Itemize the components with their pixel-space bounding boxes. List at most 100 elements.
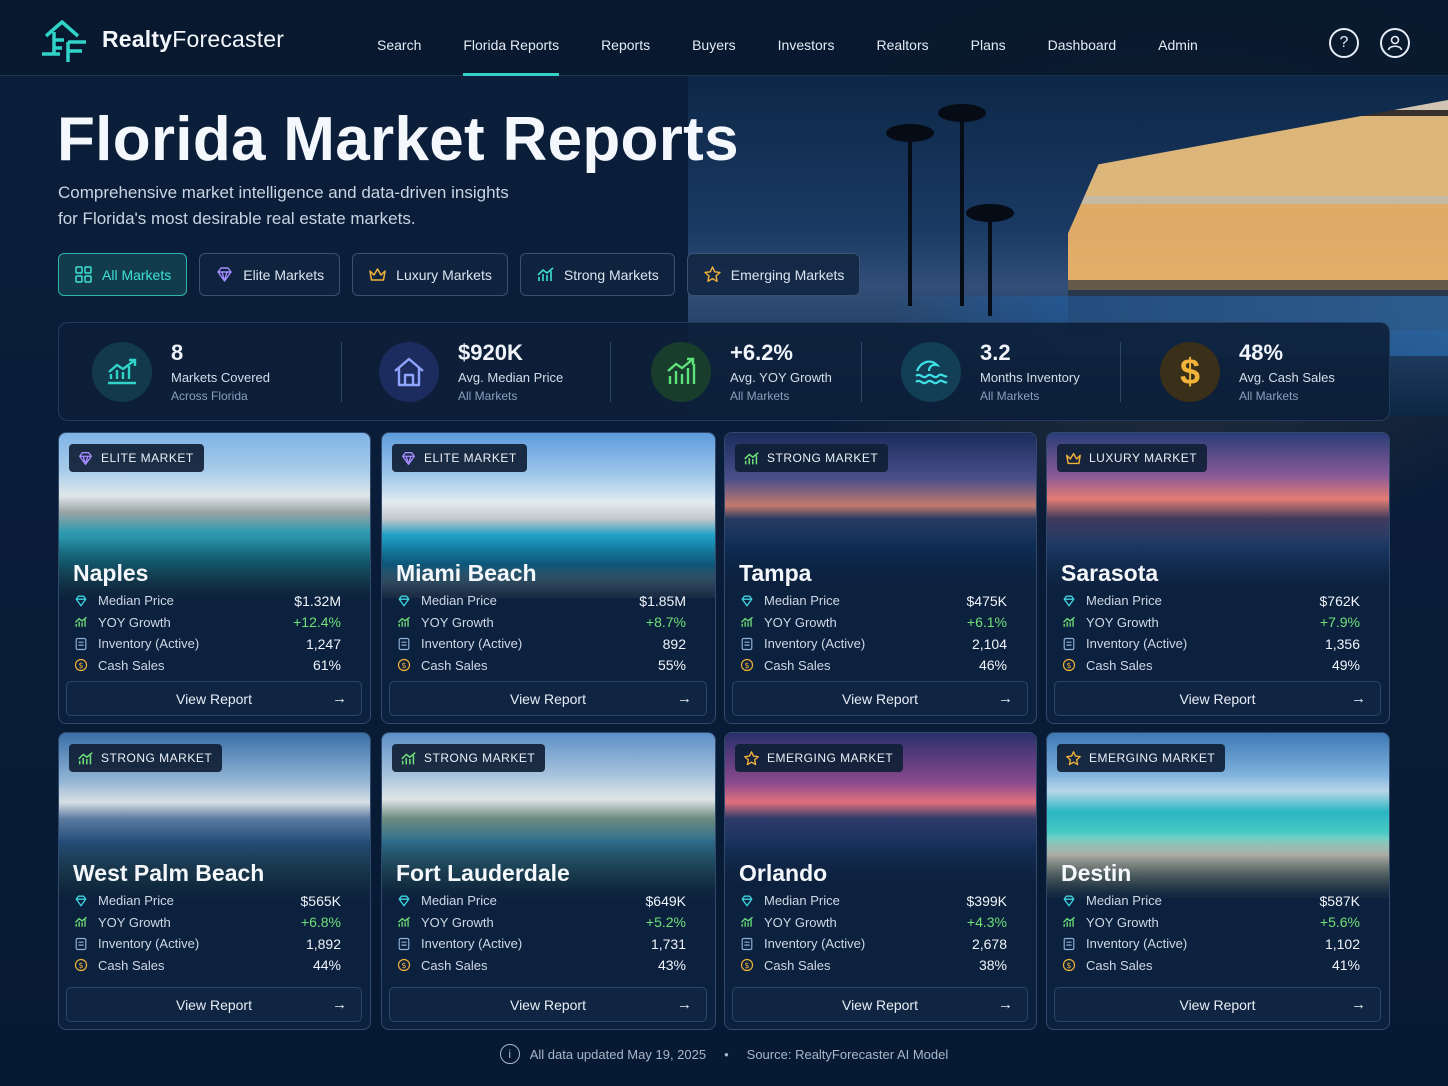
filter-all-markets[interactable]: All Markets <box>58 253 188 296</box>
metric-row-inventory: Inventory (Active) 892 <box>396 633 686 655</box>
metric-row-inventory: Inventory (Active) 1,247 <box>73 633 341 655</box>
metric-row-growth: YOY Growth +6.8% <box>73 912 341 934</box>
market-card-miami-beach[interactable]: ELITE MARKET Miami Beach Median Price $1… <box>381 432 716 724</box>
nav-plans[interactable]: Plans <box>950 0 1027 76</box>
nav-reports[interactable]: Reports <box>580 0 671 76</box>
view-report-button[interactable]: View Report → <box>1054 987 1381 1022</box>
metric-value: 46% <box>978 657 1007 674</box>
market-city-name: Tampa <box>739 560 812 586</box>
nav-investors[interactable]: Investors <box>757 0 856 76</box>
metric-row-cash: $ Cash Sales 55% <box>396 655 686 677</box>
market-city-name: Naples <box>73 560 149 586</box>
market-metrics: Median Price $1.32M YOY Growth +12.4% In… <box>73 590 341 676</box>
metric-row-growth: YOY Growth +12.4% <box>73 612 341 634</box>
logo-mark-icon <box>42 20 86 62</box>
inventory-icon <box>75 637 87 650</box>
view-report-button[interactable]: View Report → <box>389 681 707 716</box>
data-updated-text: All data updated May 19, 2025 <box>529 1046 707 1062</box>
metric-row-price: Median Price $649K <box>396 890 686 912</box>
stat-label: Avg. YOY Growth <box>730 370 832 385</box>
inventory-icon <box>75 937 87 950</box>
view-report-button[interactable]: View Report → <box>732 681 1028 716</box>
metric-label: Inventory (Active) <box>764 636 866 652</box>
market-card-orlando[interactable]: EMERGING MARKET Orlando Median Price $39… <box>724 732 1037 1030</box>
nav-buyers[interactable]: Buyers <box>671 0 757 76</box>
metric-value: +4.3% <box>966 914 1007 931</box>
metric-value: $1.32M <box>294 592 341 609</box>
stat-value: 8 <box>171 340 184 365</box>
metric-label: YOY Growth <box>98 914 171 930</box>
cash-icon: $ <box>397 959 411 972</box>
filter-label: All Markets <box>102 266 172 283</box>
metric-value: 49% <box>1331 657 1360 674</box>
market-card-west-palm-beach[interactable]: STRONG MARKET West Palm Beach Median Pri… <box>58 732 371 1030</box>
metric-label: Median Price <box>1086 893 1162 909</box>
user-icon[interactable] <box>1380 28 1410 58</box>
crown-icon <box>369 268 386 281</box>
dollar-icon: $ <box>1160 341 1220 402</box>
metric-value: 1,731 <box>650 935 686 952</box>
metric-row-growth: YOY Growth +6.1% <box>739 612 1007 634</box>
metric-label: Median Price <box>98 593 174 609</box>
view-report-button[interactable]: View Report → <box>66 987 362 1022</box>
filter-luxury-markets[interactable]: Luxury Markets <box>352 253 508 296</box>
star-icon <box>1066 750 1081 765</box>
market-city-name: Sarasota <box>1061 560 1159 586</box>
filter-label: Emerging Markets <box>730 266 845 283</box>
brand-logo[interactable]: RealtyForecaster <box>40 14 284 64</box>
stat-avg-cash-sales: $ 48% Avg. Cash Sales All Markets <box>1121 323 1371 420</box>
metric-value: +5.6% <box>1319 914 1360 931</box>
metric-value: 38% <box>978 957 1007 974</box>
market-card-destin[interactable]: EMERGING MARKET Destin Median Price $587… <box>1046 732 1390 1030</box>
filter-elite-markets[interactable]: Elite Markets <box>199 253 341 296</box>
growth-chart-icon <box>651 341 711 402</box>
main-nav: Search Florida Reports Reports Buyers In… <box>356 0 1219 76</box>
nav-search[interactable]: Search <box>356 0 442 76</box>
market-metrics: Median Price $565K YOY Growth +6.8% Inve… <box>73 890 341 976</box>
growth-icon <box>75 916 87 928</box>
nav-dashboard[interactable]: Dashboard <box>1027 0 1138 76</box>
market-card-naples[interactable]: ELITE MARKET Naples Median Price $1.32M … <box>58 432 371 724</box>
growth-icon <box>1063 916 1075 928</box>
metric-row-growth: YOY Growth +5.2% <box>396 912 686 934</box>
growth-icon <box>741 916 753 928</box>
cash-icon: $ <box>1062 659 1076 672</box>
nav-realtors[interactable]: Realtors <box>855 0 949 76</box>
filter-strong-markets[interactable]: Strong Markets <box>519 253 675 296</box>
filter-emerging-markets[interactable]: Emerging Markets <box>686 253 861 296</box>
metric-label: Median Price <box>421 893 497 909</box>
nav-admin[interactable]: Admin <box>1137 0 1219 76</box>
view-report-button[interactable]: View Report → <box>732 987 1028 1022</box>
metric-value: 892 <box>662 635 686 652</box>
metric-value: $399K <box>966 892 1007 909</box>
help-icon[interactable]: ? <box>1329 28 1359 58</box>
trend-icon <box>92 341 152 402</box>
metric-label: Inventory (Active) <box>98 936 200 952</box>
market-metrics: Median Price $649K YOY Growth +5.2% Inve… <box>396 890 686 976</box>
view-report-button[interactable]: View Report → <box>66 681 362 716</box>
house-icon <box>379 341 439 402</box>
nav-florida-reports[interactable]: Florida Reports <box>442 0 580 76</box>
market-city-name: Fort Lauderdale <box>396 860 570 886</box>
market-card-fort-lauderdale[interactable]: STRONG MARKET Fort Lauderdale Median Pri… <box>381 732 716 1030</box>
market-metrics: Median Price $587K YOY Growth +5.6% Inve… <box>1061 890 1360 976</box>
metric-row-cash: $ Cash Sales 43% <box>396 955 686 977</box>
market-card-sarasota[interactable]: LUXURY MARKET Sarasota Median Price $762… <box>1046 432 1390 724</box>
stat-months-inventory: 3.2 Months Inventory All Markets <box>862 323 1120 420</box>
metric-row-growth: YOY Growth +4.3% <box>739 912 1007 934</box>
stat-label: Avg. Median Price <box>458 370 564 385</box>
diamond-icon <box>1063 895 1075 907</box>
view-report-button[interactable]: View Report → <box>389 987 707 1022</box>
market-card-tampa[interactable]: STRONG MARKET Tampa Median Price $475K Y… <box>724 432 1037 724</box>
stat-avg-yoy-growth: +6.2% Avg. YOY Growth All Markets <box>611 323 861 420</box>
metric-label: Median Price <box>1086 593 1162 609</box>
metric-value: +12.4% <box>293 614 341 631</box>
metric-row-cash: $ Cash Sales 49% <box>1061 655 1360 677</box>
inventory-icon <box>1063 637 1075 650</box>
palm-tree <box>966 204 1014 316</box>
metric-label: Inventory (Active) <box>1086 636 1188 652</box>
cash-icon: $ <box>397 659 411 672</box>
cash-icon: $ <box>74 959 88 972</box>
view-report-button[interactable]: View Report → <box>1054 681 1381 716</box>
metric-row-price: Median Price $762K <box>1061 590 1360 612</box>
